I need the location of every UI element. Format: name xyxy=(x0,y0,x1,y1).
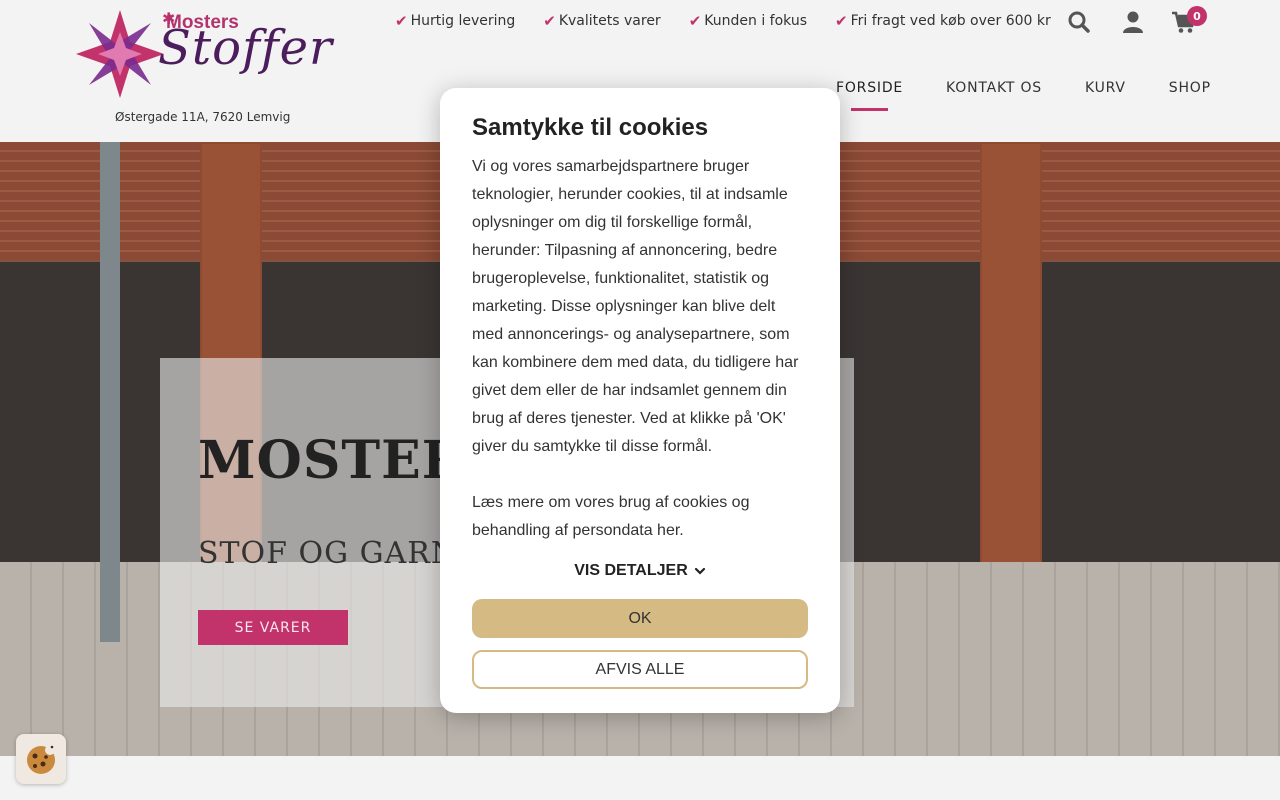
cookie-icon xyxy=(27,745,55,774)
usp-label: Kunden i fokus xyxy=(704,13,807,29)
usp-label: Fri fragt ved køb over 600 kr xyxy=(850,13,1051,29)
usp-label: Kvalitets varer xyxy=(558,13,661,29)
see-products-button[interactable]: SE VARER xyxy=(198,610,348,645)
nav-item-shop[interactable]: SHOP xyxy=(1169,80,1211,96)
usp-item: ✔ Kvalitets varer xyxy=(543,12,660,30)
check-icon: ✔ xyxy=(688,12,702,30)
usp-item: ✔ Hurtig levering xyxy=(395,12,515,30)
check-icon: ✔ xyxy=(835,12,848,30)
usp-item: ✔ Fri fragt ved køb over 600 kr xyxy=(835,12,1051,30)
cookie-dialog-text: Vi og vores samarbejdspartnere bruger te… xyxy=(472,158,799,455)
check-icon: ✔ xyxy=(395,12,408,30)
chevron-down-icon xyxy=(694,567,705,575)
cookie-policy-link[interactable]: Læs mere om vores brug af cookies og beh… xyxy=(472,489,808,545)
storefront-window xyxy=(1040,262,1280,572)
cookie-dialog-title: Samtykke til cookies xyxy=(472,114,709,141)
cart-count-badge: 0 xyxy=(1187,6,1207,26)
user-icon[interactable] xyxy=(1121,10,1145,34)
usp-bar: ✔ Hurtig levering ✔ Kvalitets varer ✔ Ku… xyxy=(395,12,1079,30)
accept-cookies-button[interactable]: OK xyxy=(472,599,808,638)
logo-address: Østergade 11A, 7620 Lemvig xyxy=(115,110,291,124)
cookie-consent-dialog: Samtykke til cookies Vi og vores samarbe… xyxy=(440,88,840,713)
brick-pillar xyxy=(980,142,1042,582)
cookie-settings-button[interactable] xyxy=(16,734,66,784)
show-details-label: VIS DETALJER xyxy=(574,562,688,579)
nav-item-kontakt-os[interactable]: KONTAKT OS xyxy=(946,80,1042,96)
nav-item-kurv[interactable]: KURV xyxy=(1085,80,1126,96)
main-nav: FORSIDE KONTAKT OS KURV SHOP xyxy=(836,80,1254,111)
reject-all-cookies-button[interactable]: AFVIS ALLE xyxy=(472,650,808,689)
usp-label: Hurtig levering xyxy=(410,13,516,29)
cookie-dialog-body: Vi og vores samarbejdspartnere bruger te… xyxy=(472,153,808,573)
lamp-pole xyxy=(100,142,120,642)
check-icon: ✔ xyxy=(543,12,556,30)
search-icon[interactable] xyxy=(1067,10,1091,34)
logo-script-text: Stoffer xyxy=(158,20,333,76)
show-details-toggle[interactable]: VIS DETALJER xyxy=(440,562,840,580)
usp-item: ✔ Kunden i fokus xyxy=(689,12,807,30)
site-logo[interactable]: ✱ Mosters Stoffer Østergade 11A, 7620 Le… xyxy=(70,6,332,130)
nav-item-forside[interactable]: FORSIDE xyxy=(836,80,903,111)
